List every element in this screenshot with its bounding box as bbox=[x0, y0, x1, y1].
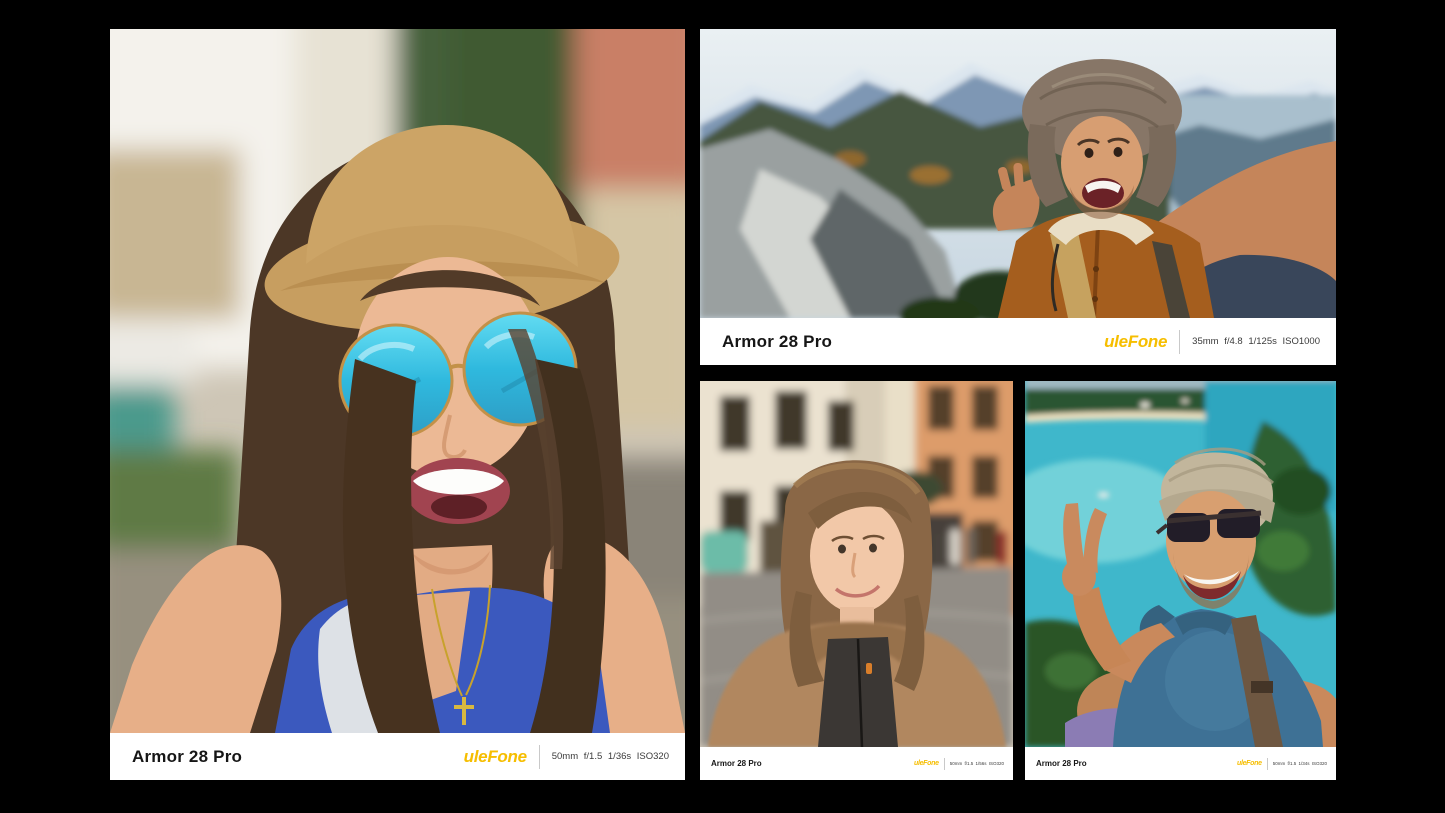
exif-meta-label: 50mm f/1.5 1/34s ISO320 bbox=[1273, 761, 1327, 766]
city-selfie-illustration: Young woman in a camel teddy coat taking… bbox=[700, 381, 1013, 747]
ulefone-brand-logo: uleFone bbox=[914, 760, 939, 767]
photo-card-mountain-selfie: Excited hiker in a fur trapper hat and r… bbox=[700, 29, 1336, 365]
photo-card-coast-selfie: Laughing man in a knit beanie and dark s… bbox=[1025, 381, 1336, 780]
coast-selfie-illustration: Laughing man in a knit beanie and dark s… bbox=[1025, 381, 1336, 747]
exif-meta-label: 50mm f/1.5 1/56s ISO320 bbox=[950, 761, 1004, 766]
photo-info-bar: Armor 28 Pro uleFone 50mm f/1.5 1/34s IS… bbox=[1025, 747, 1336, 780]
photo-card-city-selfie: Young woman in a camel teddy coat taking… bbox=[700, 381, 1013, 780]
photo-city-selfie: Young woman in a camel teddy coat taking… bbox=[700, 381, 1013, 747]
camera-model-label: Armor 28 Pro bbox=[711, 759, 762, 768]
ulefone-brand-logo: uleFone bbox=[1237, 760, 1262, 767]
photo-card-portrait-selfie: Smiling young woman in a straw hat and b… bbox=[110, 29, 685, 780]
ulefone-brand-logo: uleFone bbox=[1104, 332, 1167, 352]
bar-divider bbox=[539, 745, 540, 769]
ulefone-brand-logo: uleFone bbox=[464, 747, 527, 767]
photo-info-bar: Armor 28 Pro uleFone 50mm f/1.5 1/36s IS… bbox=[110, 733, 685, 780]
bar-divider bbox=[1179, 330, 1180, 354]
exif-meta-label: 35mm f/4.8 1/125s ISO1000 bbox=[1192, 336, 1320, 347]
camera-model-label: Armor 28 Pro bbox=[132, 747, 242, 767]
photo-info-bar: Armor 28 Pro uleFone 50mm f/1.5 1/56s IS… bbox=[700, 747, 1013, 780]
bar-divider bbox=[944, 758, 945, 770]
camera-model-label: Armor 28 Pro bbox=[1036, 759, 1087, 768]
camera-model-label: Armor 28 Pro bbox=[722, 332, 832, 352]
photo-info-bar: Armor 28 Pro uleFone 35mm f/4.8 1/125s I… bbox=[700, 318, 1336, 365]
exif-meta-label: 50mm f/1.5 1/36s ISO320 bbox=[552, 751, 669, 762]
mountain-selfie-illustration: Excited hiker in a fur trapper hat and r… bbox=[700, 29, 1336, 318]
photo-coast-selfie: Laughing man in a knit beanie and dark s… bbox=[1025, 381, 1336, 747]
portrait-selfie-illustration: Smiling young woman in a straw hat and b… bbox=[110, 29, 685, 733]
photo-portrait-selfie: Smiling young woman in a straw hat and b… bbox=[110, 29, 685, 733]
photo-mountain-selfie: Excited hiker in a fur trapper hat and r… bbox=[700, 29, 1336, 318]
bar-divider bbox=[1267, 758, 1268, 770]
